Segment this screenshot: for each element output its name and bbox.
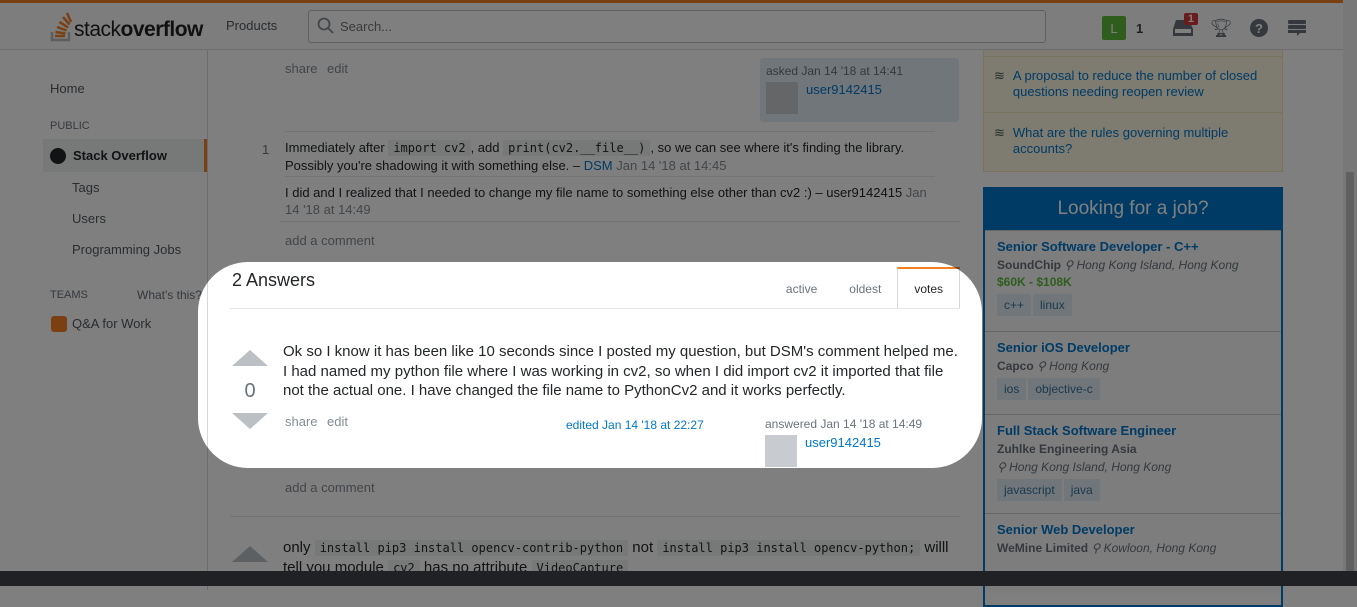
upvote-arrow-icon[interactable]	[232, 546, 268, 562]
bottom-bar	[0, 571, 1357, 586]
reputation-count[interactable]: 1	[1136, 21, 1164, 36]
stackexchange-icon: ≋	[994, 68, 1005, 83]
logo-icon	[50, 12, 73, 42]
answer-body: Ok so I know it has been like 10 seconds…	[283, 343, 958, 399]
meta-post[interactable]: ≋ A proposal to reduce the number of clos…	[994, 68, 1274, 100]
map-pin-icon: ⚲	[1064, 258, 1077, 272]
tab-active[interactable]: active	[770, 282, 833, 308]
job-title[interactable]: Senior Web Developer	[997, 522, 1269, 537]
asked-date: asked Jan 14 '18 at 14:41	[766, 64, 904, 78]
meta-post-link[interactable]: A proposal to reduce the number of close…	[1013, 68, 1274, 100]
comment-2: I did and I realized that I needed to ch…	[285, 176, 935, 224]
stackexchange-icon: ≋	[994, 125, 1005, 140]
jobs-title: Looking for a job?	[985, 187, 1281, 230]
stackoverflow-logo[interactable]: stackoverflow	[50, 10, 203, 42]
nav-users[interactable]: Users	[72, 211, 106, 226]
left-sidebar: Home PUBLIC Stack Overflow Tags Users Pr…	[0, 50, 208, 590]
jobs-box: Looking for a job? Senior Software Devel…	[983, 187, 1283, 607]
job-location: Hong Kong Island, Hong Kong	[1009, 460, 1172, 474]
nav-jobs[interactable]: Programming Jobs	[72, 242, 181, 257]
map-pin-icon: ⚲	[997, 460, 1010, 474]
job-listing[interactable]: Senior Software Developer - C++ SoundChi…	[985, 230, 1281, 331]
upvote-arrow-icon[interactable]	[232, 350, 268, 366]
vote-count: 0	[244, 380, 256, 402]
job-listing[interactable]: Senior iOS Developer Capco ⚲ Hong Kong i…	[985, 331, 1281, 414]
meta-posts-box: ≋ A proposal to reduce the number of clos…	[983, 50, 1283, 172]
map-pin-icon: ⚲	[1037, 359, 1050, 373]
search-box[interactable]	[308, 10, 1046, 43]
meta-post-link[interactable]: What are the rules governing multiple ac…	[1013, 125, 1274, 157]
user-avatar-image[interactable]	[766, 82, 798, 114]
job-tag[interactable]: objective-c	[1028, 378, 1100, 400]
question-share-link[interactable]: share	[285, 61, 318, 76]
answer-share-link[interactable]: share	[285, 414, 318, 429]
logo-text: stackoverflow	[74, 18, 203, 41]
tab-votes[interactable]: votes	[897, 267, 960, 308]
products-menu[interactable]: Products	[226, 18, 277, 33]
globe-icon	[50, 147, 66, 164]
meta-post[interactable]: ≋ What are the rules governing multiple a…	[994, 125, 1274, 157]
job-location: Hong Kong Island, Hong Kong	[1076, 258, 1239, 272]
downvote-arrow-icon[interactable]	[232, 413, 268, 429]
inline-code: import cv2	[388, 140, 471, 156]
job-location: Hong Kong	[1049, 359, 1110, 373]
answered-date: answered Jan 14 '18 at 14:49	[765, 417, 923, 431]
job-company: Zuhlke Engineering Asia	[997, 442, 1137, 456]
nav-section-public: PUBLIC	[50, 120, 90, 132]
help-icon[interactable]: ?	[1240, 15, 1278, 41]
nav-section-teams: TEAMS	[50, 289, 88, 301]
briefcase-icon	[51, 316, 67, 332]
site-switcher-icon[interactable]	[1278, 15, 1316, 41]
top-bar: stackoverflow Products L 1 1 🏆︎ ?	[0, 0, 1343, 50]
answer-edit-link[interactable]: edit	[327, 414, 348, 429]
search-icon	[317, 17, 334, 37]
page-scrollbar[interactable]	[1343, 0, 1357, 586]
user-link[interactable]: user9142415	[805, 435, 881, 467]
whats-this-link[interactable]: What's this?	[137, 288, 202, 302]
answered-signature: answered Jan 14 '18 at 14:49 user9142415	[765, 417, 955, 467]
inbox-icon[interactable]: 1	[1164, 13, 1202, 41]
job-tag[interactable]: javascript	[997, 479, 1062, 501]
job-company: WeMine Limited	[997, 541, 1089, 555]
job-company: SoundChip	[997, 258, 1061, 272]
job-location: Kowloon, Hong Kong	[1103, 541, 1217, 555]
comment-score: 1	[262, 142, 270, 157]
job-tag[interactable]: c++	[997, 294, 1032, 316]
inbox-badge: 1	[1183, 13, 1198, 25]
job-title[interactable]: Senior Software Developer - C++	[997, 239, 1269, 254]
nav-qa-for-work[interactable]: Q&A for Work	[72, 316, 151, 331]
answer-sort-tabs: active oldest votes	[770, 267, 960, 308]
edited-link[interactable]: edited Jan 14 '18 at 22:27	[566, 418, 704, 432]
vote-cell: 0	[232, 350, 268, 429]
add-comment-link[interactable]: add a comment	[285, 480, 375, 495]
comment-date: Jan 14 '18 at 14:45	[616, 158, 727, 173]
add-comment-link[interactable]: add a comment	[285, 233, 375, 248]
achievements-trophy-icon[interactable]: 🏆︎	[1202, 15, 1240, 41]
nav-stack-overflow[interactable]: Stack Overflow	[43, 139, 207, 172]
job-salary: $60K - $108K	[997, 275, 1072, 289]
nav-tags[interactable]: Tags	[72, 180, 99, 195]
user-avatar[interactable]: L	[1102, 16, 1126, 40]
job-title[interactable]: Senior iOS Developer	[997, 340, 1269, 355]
job-listing[interactable]: Full Stack Software Engineer Zuhlke Engi…	[985, 414, 1281, 513]
job-title[interactable]: Full Stack Software Engineer	[997, 423, 1269, 438]
scrollbar-thumb[interactable]	[1346, 172, 1354, 572]
inline-code: print(cv2.__file__)	[503, 140, 651, 156]
map-pin-icon: ⚲	[1091, 541, 1104, 555]
answers-count: 2 Answers	[232, 270, 316, 290]
tab-oldest[interactable]: oldest	[833, 282, 897, 308]
nav-home[interactable]: Home	[50, 81, 85, 96]
search-input[interactable]	[340, 19, 1020, 34]
comment-1: 1 Immediately after import cv2, add prin…	[262, 131, 935, 180]
question-edit-link[interactable]: edit	[327, 61, 348, 76]
nav-stack-overflow-label: Stack Overflow	[73, 148, 167, 163]
user-link[interactable]: user9142415	[806, 82, 882, 114]
job-company: Capco	[997, 359, 1034, 373]
comment-user-link[interactable]: DSM	[584, 158, 613, 173]
user-avatar-image[interactable]	[765, 435, 797, 467]
asked-signature: asked Jan 14 '18 at 14:41 user9142415	[760, 58, 959, 122]
job-tag[interactable]: linux	[1033, 294, 1072, 316]
job-tag[interactable]: ios	[997, 378, 1027, 400]
job-tag[interactable]: java	[1063, 479, 1100, 501]
